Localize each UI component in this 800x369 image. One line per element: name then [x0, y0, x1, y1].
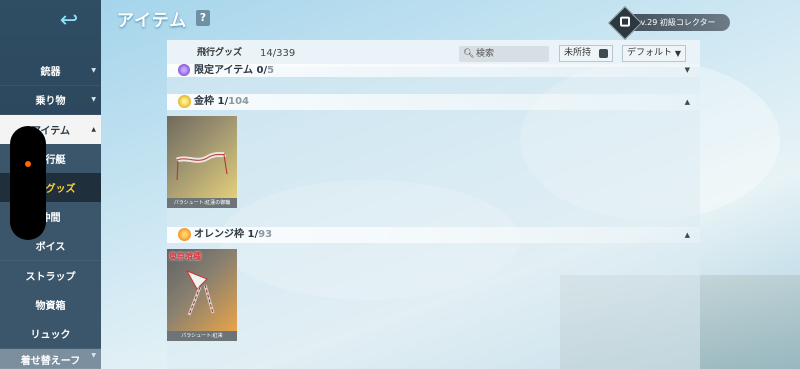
section-total: 5 [267, 65, 275, 76]
sidebar-item-dress-up[interactable]: 着せ替えーフ ▼ [0, 349, 101, 369]
section-name: 限定アイテム [194, 65, 253, 76]
item-artwork [167, 116, 237, 198]
items-panel: 飛行グッズ 14/339 🔍︎ 検索 未所持 デフォルト ▼ 限定アイテム 0/… [167, 40, 700, 369]
overlay-pill [10, 126, 46, 240]
toolbar: 飛行グッズ 14/339 🔍︎ 検索 未所持 デフォルト ▼ [167, 40, 700, 67]
section-title: オレンジ枠 1/93 [194, 227, 272, 243]
back-arrow-icon[interactable]: ↩ [52, 8, 86, 34]
page-title: アイテム [117, 11, 188, 31]
checkbox-icon [599, 49, 608, 58]
sidebar-item-firearms[interactable]: 銃器 ▼ [0, 56, 101, 86]
unowned-filter-button[interactable]: 未所持 [559, 45, 613, 62]
section-header-orange[interactable]: オレンジ枠 1/93 ▲ [167, 227, 700, 243]
collection-count: 14/339 [260, 48, 296, 59]
sidebar-item-backpack[interactable]: リュック [0, 319, 101, 349]
gold-gem-icon [178, 95, 191, 108]
item-artwork: 東京喰種 [167, 249, 237, 331]
section-header-gold[interactable]: 金枠 1/104 ▲ [167, 94, 700, 110]
sidebar-item-label: 銃器 [40, 67, 61, 78]
item-caption: パラシュート:紅来 [167, 331, 237, 341]
item-card[interactable]: 東京喰種 パラシュート:紅来 [167, 249, 237, 341]
section-owned: 0/ [256, 65, 268, 76]
sidebar-item-label: ストラップ [25, 272, 76, 283]
section-total: 93 [258, 229, 273, 240]
purple-gem-icon [178, 64, 190, 76]
sidebar-item-label: 乗り物 [35, 96, 66, 107]
section-name: 金枠 [194, 96, 214, 107]
section-owned: 1/ [217, 96, 229, 107]
search-input[interactable]: 🔍︎ 検索 [459, 46, 549, 62]
category-label: 飛行グッズ [197, 48, 243, 58]
section-header-limited[interactable]: 限定アイテム 0/5 ▼ [167, 64, 700, 77]
sidebar-item-label: 物資箱 [35, 301, 66, 312]
sort-label: デフォルト [627, 48, 673, 58]
chevron-down-icon: ▼ [91, 352, 96, 359]
chevron-down-icon: ▼ [684, 66, 690, 74]
chevron-up-icon: ▲ [91, 126, 96, 133]
orange-gem-icon [178, 228, 191, 241]
item-card[interactable]: パラシュート:紅蓮の御輪 [167, 116, 237, 208]
sidebar-item-strap[interactable]: ストラップ [0, 261, 101, 291]
recording-dot-icon [25, 161, 31, 167]
sidebar-item-vehicles[interactable]: 乗り物 ▼ [0, 85, 101, 115]
sidebar-item-supply-box[interactable]: 物資箱 [0, 290, 101, 320]
parachute-icon [176, 151, 228, 181]
chevron-down-icon: ▼ [91, 67, 96, 74]
search-placeholder: 検索 [476, 49, 495, 59]
item-caption: パラシュート:紅蓮の御輪 [167, 198, 237, 208]
section-title: 限定アイテム 0/5 [194, 64, 274, 77]
section-name: オレンジ枠 [194, 229, 244, 240]
search-icon: 🔍︎ [463, 49, 475, 59]
chevron-down-icon: ▼ [674, 49, 681, 58]
section-owned: 1/ [247, 229, 259, 240]
rank-diamond-icon [608, 6, 642, 40]
sidebar-item-label: 着せ替えーフ [20, 356, 81, 367]
level-badge-label: Lv.29 初級コレクター [636, 18, 716, 27]
sidebar-item-label: ボイス [35, 242, 66, 253]
chevron-down-icon: ▼ [91, 96, 96, 103]
chevron-up-icon: ▲ [684, 98, 690, 106]
sort-dropdown[interactable]: デフォルト ▼ [622, 45, 686, 62]
section-total: 104 [228, 96, 249, 107]
sidebar-item-label: リュック [30, 330, 71, 341]
filter-label: 未所持 [564, 48, 592, 58]
item-brand-label: 東京喰種 [169, 252, 201, 261]
section-title: 金枠 1/104 [194, 94, 249, 110]
level-badge[interactable]: Lv.29 初級コレクター [608, 6, 730, 40]
chevron-up-icon: ▲ [684, 231, 690, 239]
help-icon[interactable]: ? [196, 10, 210, 26]
